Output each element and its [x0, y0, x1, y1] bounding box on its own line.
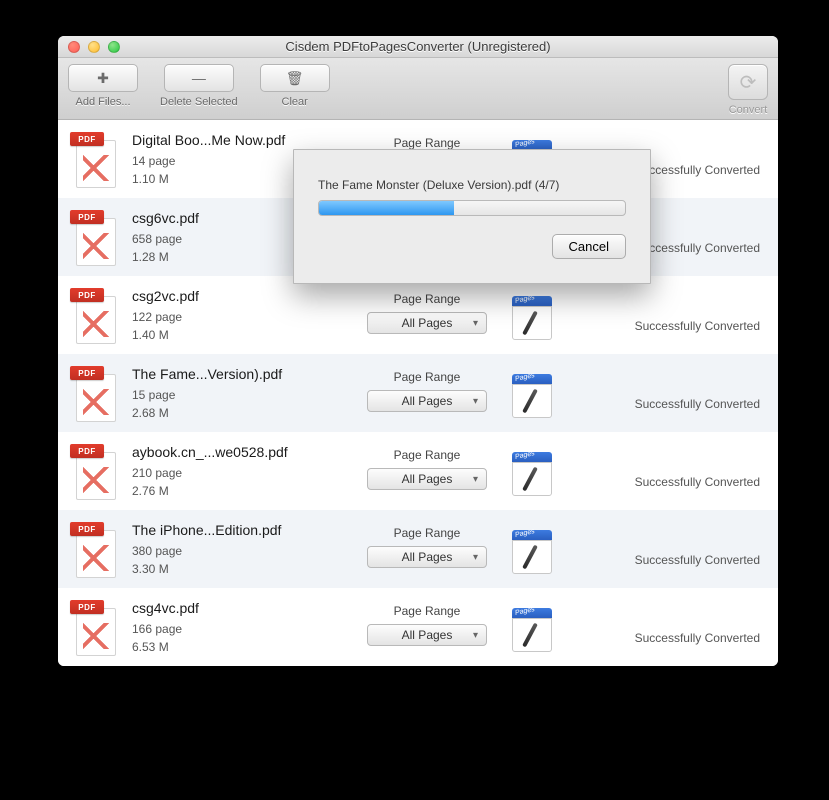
file-info: The Fame...Version).pdf 15 page2.68 M — [132, 364, 352, 422]
file-name: Digital Boo...Me Now.pdf — [132, 132, 352, 148]
file-size: 2.76 M — [132, 482, 352, 500]
file-pages: 380 page — [132, 542, 352, 560]
file-name: The Fame...Version).pdf — [132, 366, 352, 382]
pages-icon: Pages — [512, 452, 552, 496]
page-range-col: Page Range All Pages — [352, 598, 502, 646]
file-pages: 122 page — [132, 308, 352, 326]
pdf-icon: PDF — [70, 520, 118, 578]
file-row[interactable]: PDF The iPhone...Edition.pdf 380 page3.30 … — [58, 510, 778, 588]
progress-dialog: The Fame Monster (Deluxe Version).pdf (4… — [293, 149, 651, 284]
toolbar: ✚ Add Files... — Delete Selected 🗑 Clear… — [58, 58, 778, 120]
output-format-col: Pages — [502, 442, 562, 496]
titlebar: Cisdem PDFtoPagesConverter (Unregistered… — [58, 36, 778, 58]
page-range-value: All Pages — [402, 628, 453, 642]
file-info: aybook.cn_...we0528.pdf 210 page2.76 M — [132, 442, 352, 500]
page-range-value: All Pages — [402, 394, 453, 408]
pages-icon: Pages — [512, 374, 552, 418]
page-range-value: All Pages — [402, 550, 453, 564]
pages-icon: Pages — [512, 608, 552, 652]
page-range-label: Page Range — [352, 448, 502, 462]
file-size: 3.30 M — [132, 560, 352, 578]
page-range-select[interactable]: All Pages — [367, 624, 487, 646]
file-name: csg2vc.pdf — [132, 288, 352, 304]
page-range-label: Page Range — [352, 526, 502, 540]
app-window: Cisdem PDFtoPagesConverter (Unregistered… — [58, 36, 778, 666]
pdf-icon: PDF — [70, 442, 118, 500]
clear-label: Clear — [282, 96, 308, 108]
add-files-tool[interactable]: ✚ Add Files... — [68, 64, 138, 108]
status-text: Successfully Converted — [562, 453, 760, 489]
page-range-label: Page Range — [352, 370, 502, 384]
file-name: aybook.cn_...we0528.pdf — [132, 444, 352, 460]
page-range-col: Page Range All Pages — [352, 286, 502, 334]
page-range-select[interactable]: All Pages — [367, 312, 487, 334]
file-info: The iPhone...Edition.pdf 380 page3.30 M — [132, 520, 352, 578]
output-format-col: Pages — [502, 520, 562, 574]
file-name: csg4vc.pdf — [132, 600, 352, 616]
file-size: 2.68 M — [132, 404, 352, 422]
trash-icon: 🗑 — [286, 70, 304, 87]
pdf-icon: PDF — [70, 130, 118, 188]
file-row[interactable]: PDF aybook.cn_...we0528.pdf 210 page2.76 M… — [58, 432, 778, 510]
page-range-col: Page Range All Pages — [352, 364, 502, 412]
progress-bar — [318, 200, 626, 216]
page-range-select[interactable]: All Pages — [367, 390, 487, 412]
file-pages: 210 page — [132, 464, 352, 482]
page-range-col: Page Range All Pages — [352, 520, 502, 568]
file-row[interactable]: PDF csg2vc.pdf 122 page1.40 M Page Range All… — [58, 276, 778, 354]
output-format-col: Pages — [502, 286, 562, 340]
output-format-col: Pages — [502, 598, 562, 652]
window-controls — [58, 41, 120, 53]
file-pages: 166 page — [132, 620, 352, 638]
page-range-value: All Pages — [402, 316, 453, 330]
convert-tool[interactable]: ⟳ Convert — [728, 64, 768, 116]
page-range-select[interactable]: All Pages — [367, 468, 487, 490]
cancel-button[interactable]: Cancel — [552, 234, 626, 259]
pages-icon: Pages — [512, 530, 552, 574]
status-text: Successfully Converted — [562, 297, 760, 333]
progress-text: The Fame Monster (Deluxe Version).pdf (4… — [318, 178, 626, 192]
file-name: The iPhone...Edition.pdf — [132, 522, 352, 538]
pdf-icon: PDF — [70, 208, 118, 266]
pages-icon: Pages — [512, 296, 552, 340]
zoom-window-button[interactable] — [108, 41, 120, 53]
convert-label: Convert — [729, 104, 768, 116]
page-range-value: All Pages — [402, 472, 453, 486]
delete-selected-label: Delete Selected — [160, 96, 238, 108]
page-range-label: Page Range — [352, 136, 502, 150]
file-size: 1.40 M — [132, 326, 352, 344]
file-pages: 15 page — [132, 386, 352, 404]
close-window-button[interactable] — [68, 41, 80, 53]
status-text: Successfully Converted — [562, 609, 760, 645]
convert-icon: ⟳ — [740, 70, 757, 95]
window-title: Cisdem PDFtoPagesConverter (Unregistered… — [58, 39, 778, 54]
status-text: Successfully Converted — [562, 531, 760, 567]
file-row[interactable]: PDF csg4vc.pdf 166 page6.53 M Page Range All… — [58, 588, 778, 666]
delete-selected-tool[interactable]: — Delete Selected — [160, 64, 238, 108]
page-range-col: Page Range All Pages — [352, 442, 502, 490]
status-text: Successfully Converted — [562, 375, 760, 411]
file-row[interactable]: PDFThe Fame...Version).pdf15 page2.68 MP… — [58, 354, 778, 432]
progress-fill — [319, 201, 454, 215]
page-range-label: Page Range — [352, 604, 502, 618]
output-format-col: Pages — [502, 364, 562, 418]
clear-tool[interactable]: 🗑 Clear — [260, 64, 330, 108]
pdf-icon: PDF — [70, 598, 118, 656]
plus-icon: ✚ — [97, 70, 109, 87]
minus-icon: — — [192, 70, 206, 86]
page-range-label: Page Range — [352, 292, 502, 306]
add-files-label: Add Files... — [75, 96, 130, 108]
pdf-icon: PDF — [70, 364, 118, 422]
file-info: csg4vc.pdf 166 page6.53 M — [132, 598, 352, 656]
file-info: csg2vc.pdf 122 page1.40 M — [132, 286, 352, 344]
pdf-icon: PDF — [70, 286, 118, 344]
file-size: 6.53 M — [132, 638, 352, 656]
page-range-select[interactable]: All Pages — [367, 546, 487, 568]
minimize-window-button[interactable] — [88, 41, 100, 53]
